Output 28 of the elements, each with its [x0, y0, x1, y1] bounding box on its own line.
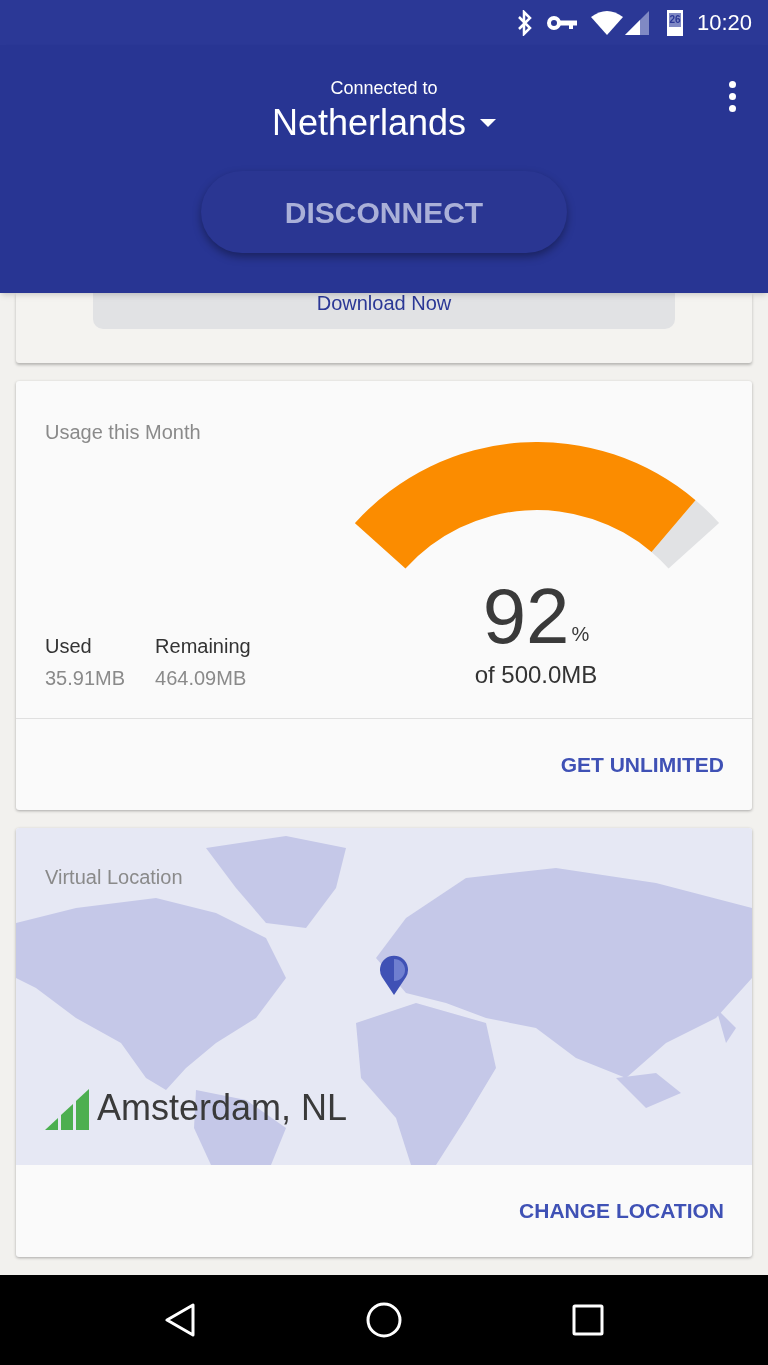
- battery-icon: 26: [666, 9, 683, 36]
- location-name: Amsterdam, NL: [97, 1086, 348, 1130]
- bluetooth-icon: [516, 9, 533, 36]
- download-now-button[interactable]: Download Now: [93, 293, 675, 329]
- recent-apps-icon[interactable]: [572, 1304, 604, 1336]
- dropdown-arrow-icon: [480, 119, 497, 127]
- gauge-track: [651, 500, 720, 569]
- disconnect-button[interactable]: DISCONNECT: [201, 171, 567, 253]
- back-icon[interactable]: [164, 1303, 196, 1337]
- usage-percent: 92: [482, 577, 570, 655]
- map-pin-icon: [378, 953, 410, 995]
- stat-value: 464.09MB: [155, 666, 248, 691]
- home-icon[interactable]: [366, 1302, 402, 1338]
- change-location-link[interactable]: CHANGE LOCATION: [519, 1195, 724, 1227]
- stat-label: Remaining: [155, 634, 251, 659]
- get-unlimited-link[interactable]: GET UNLIMITED: [560, 748, 724, 781]
- stat-value: 35.91MB: [45, 666, 126, 691]
- stat-label: Used: [45, 634, 93, 659]
- country-selector[interactable]: Netherlands: [271, 101, 497, 145]
- clock-time: 10:20: [696, 9, 752, 37]
- connected-label: Connected to: [330, 77, 438, 99]
- percent-sign: %: [571, 622, 590, 647]
- card-title: Virtual Location: [45, 865, 183, 890]
- card-title: Usage this Month: [45, 420, 201, 445]
- menu-icon[interactable]: [729, 81, 736, 112]
- key-icon: [546, 14, 577, 31]
- usage-total: of 500.0MB: [474, 660, 598, 690]
- cellular-signal-icon: [624, 10, 649, 35]
